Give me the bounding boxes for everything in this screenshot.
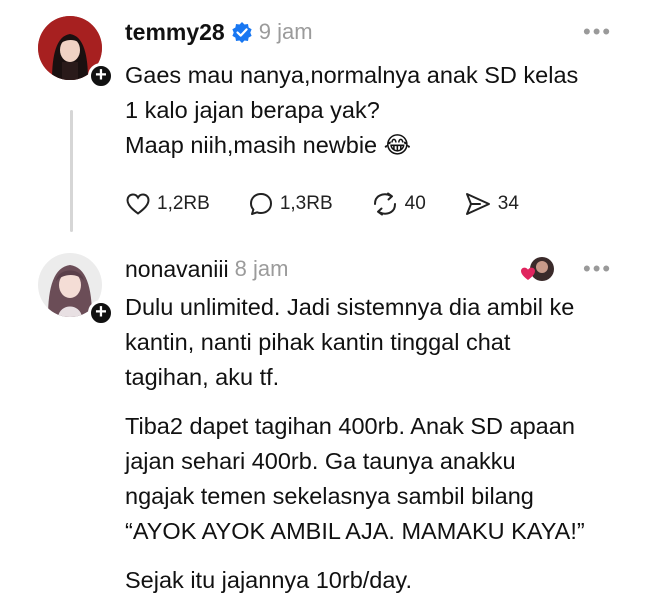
reply-count: 1,3RB [279,193,333,214]
reply-line: ngajak temen sekelasnya sambil bilang [125,483,534,509]
like-button[interactable]: 1,2RB [125,192,210,216]
post-nonavaniii: + nonavaniii 8 jam ••• Dulu unlimited. J… [0,245,665,611]
post-header: temmy28 9 jam [125,16,313,48]
post-header: nonavaniii 8 jam [125,253,288,285]
post-line: 1 kalo jajan berapa yak? [125,97,380,123]
reply-line: tagihan, aku tf. [125,364,280,390]
repost-count: 40 [404,193,426,214]
reply-line: kantin, nanti pihak kantin tinggal chat [125,329,511,355]
send-icon [465,193,490,215]
username[interactable]: nonavaniii [125,256,229,283]
post-actions: 1,2RB 1,3RB 40 34 [125,191,557,217]
reply-line: Dulu unlimited. Jadi sistemnya dia ambil… [125,294,575,320]
verified-badge-icon [231,21,253,43]
repost-icon [373,192,396,216]
share-button[interactable]: 34 [464,191,519,217]
post-time: 9 jam [258,19,313,44]
post-temmy28: + temmy28 9 jam ••• Gaes mau nanya,norma… [0,0,665,245]
more-options-icon[interactable]: ••• [583,258,612,280]
reply-line: Sejak itu jajannya 10rb/day. [125,567,412,593]
reply-line: jajan sehari 400rb. Ga taunya anakku [125,448,516,474]
reply-text: Dulu unlimited. Jadi sistemnya dia ambil… [125,290,585,598]
heart-icon [126,193,150,215]
post-text: Gaes mau nanya,normalnya anak SD kelas 1… [125,58,578,163]
comment-bubble-icon [249,193,272,215]
follow-plus-icon[interactable]: + [88,300,114,326]
like-count: 1,2RB [157,193,210,214]
reply-button[interactable]: 1,3RB [248,191,333,217]
post-line: Gaes mau nanya,normalnya anak SD kelas [125,62,579,88]
reply-line: Tiba2 dapet tagihan 400rb. Anak SD apaan [125,413,575,439]
follow-plus-icon[interactable]: + [88,63,114,89]
post-line: Maap niih,masih newbie 😂 [125,132,412,158]
heart-reaction-icon[interactable] [520,253,556,290]
more-options-icon[interactable]: ••• [583,21,612,43]
share-count: 34 [497,193,519,214]
username[interactable]: temmy28 [125,19,225,46]
repost-button[interactable]: 40 [371,191,426,217]
reply-line: “AYOK AYOK AMBIL AJA. MAMAKU KAYA!” [125,518,585,544]
thread-line [70,110,73,232]
post-time: 8 jam [234,256,289,281]
